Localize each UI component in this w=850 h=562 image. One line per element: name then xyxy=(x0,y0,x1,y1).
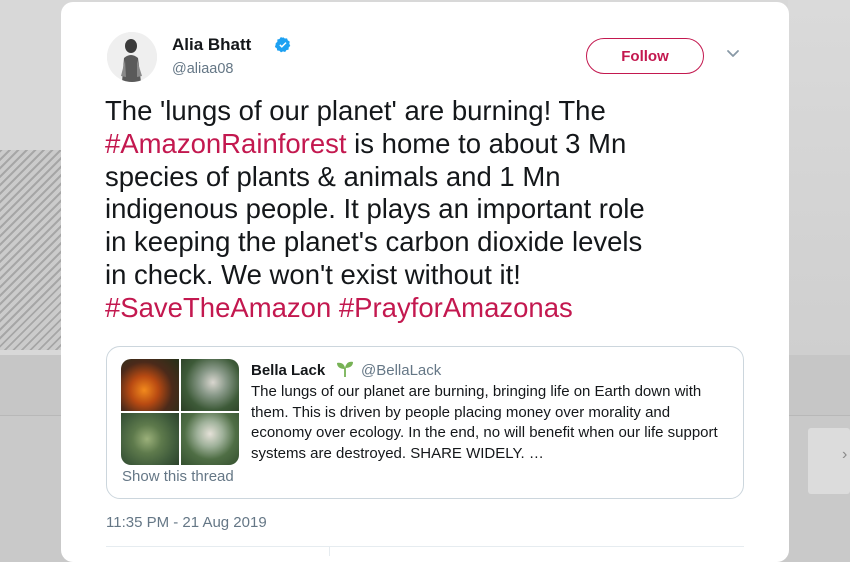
quoted-author-name: Bella Lack xyxy=(251,362,326,379)
tweet-text-segment: The 'lungs of our planet' are burning! T… xyxy=(105,95,606,126)
quoted-tweet[interactable]: Bella Lack @BellaLack The lungs of our p… xyxy=(106,346,744,499)
media-thumbnail[interactable] xyxy=(181,359,239,411)
chevron-right-icon: › xyxy=(842,446,848,463)
seedling-icon xyxy=(337,361,353,377)
quoted-media-grid[interactable] xyxy=(121,359,239,465)
hashtag-link[interactable]: #PrayforAmazonas xyxy=(339,292,573,323)
tweet-text-segment xyxy=(331,292,339,323)
chevron-down-icon[interactable] xyxy=(726,48,740,60)
divider xyxy=(329,546,330,556)
media-thumbnail[interactable] xyxy=(181,413,239,465)
background-image xyxy=(0,150,62,350)
quoted-tweet-text: The lungs of our planet are burning, bri… xyxy=(251,383,718,462)
tweet-modal: Alia Bhatt @aliaa08 Follow The 'lungs of… xyxy=(61,2,789,562)
follow-button[interactable]: Follow xyxy=(586,38,704,74)
quoted-author-handle: @BellaLack xyxy=(361,362,442,379)
tweet-timestamp[interactable]: 11:35 PM - 21 Aug 2019 xyxy=(106,514,267,531)
avatar[interactable] xyxy=(107,32,157,82)
verified-badge-icon xyxy=(274,37,291,53)
author-name[interactable]: Alia Bhatt xyxy=(172,35,251,55)
media-thumbnail[interactable] xyxy=(121,413,179,465)
avatar-image xyxy=(107,32,157,82)
hashtag-link[interactable]: #AmazonRainforest xyxy=(105,128,347,159)
media-thumbnail[interactable] xyxy=(121,359,179,411)
show-thread-link[interactable]: Show this thread xyxy=(122,468,234,485)
tweet-text: The 'lungs of our planet' are burning! T… xyxy=(105,95,755,325)
hashtag-link[interactable]: #SaveTheAmazon xyxy=(105,292,331,323)
divider xyxy=(106,546,744,547)
author-handle[interactable]: @aliaa08 xyxy=(172,61,233,77)
background-image-right xyxy=(788,0,850,355)
